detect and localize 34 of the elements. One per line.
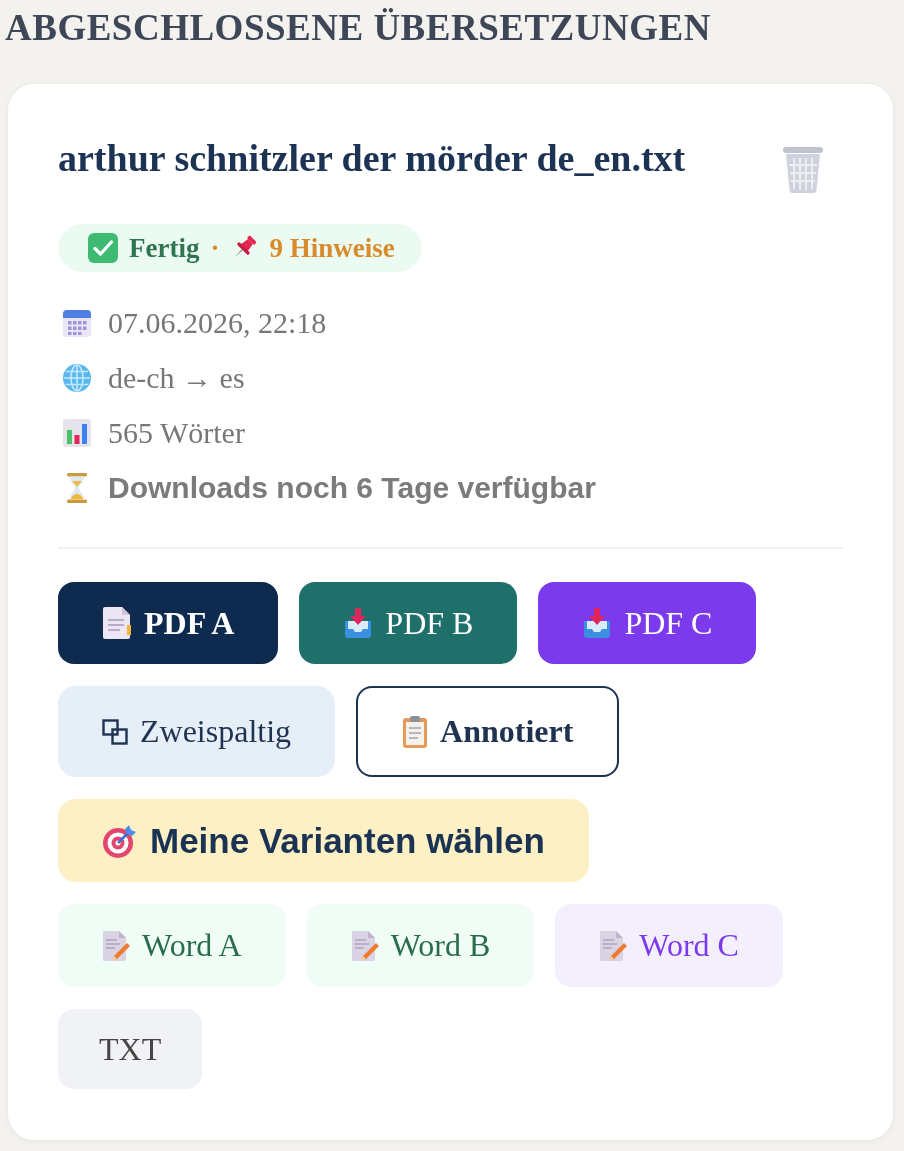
clipboard-icon (402, 714, 429, 749)
word-button[interactable]: Word A (58, 904, 286, 987)
variants-button[interactable]: Meine Varianten wählen (58, 799, 589, 882)
pdf-button[interactable]: PDF B (299, 582, 518, 664)
hourglass-icon (65, 471, 89, 504)
inbox-tray-icon (343, 607, 374, 639)
inbox-tray-icon (582, 607, 613, 639)
date-text: 07.06.2026, 22:18 (108, 305, 327, 340)
globe-icon (62, 362, 92, 393)
language-pair: de-ch → es (108, 360, 245, 395)
section-heading: ABGESCHLOSSENE ÜBERSETZUNGEN (5, 8, 712, 48)
txt-button[interactable]: TXT (58, 1009, 203, 1089)
overlapping-squares-icon (102, 718, 128, 745)
pdf-button[interactable]: PDF A (58, 582, 279, 664)
trash-icon (780, 145, 826, 193)
word-count: 565 Wörter (108, 415, 245, 450)
word-button[interactable]: Word B (306, 904, 535, 987)
delete-button[interactable] (780, 145, 826, 193)
document-pencil-icon (599, 929, 628, 962)
check-icon (88, 233, 118, 263)
document-pencil-icon (350, 929, 379, 962)
word-button[interactable]: Word C (555, 904, 783, 987)
document-icon (102, 606, 132, 640)
annotated-button[interactable]: Annotiert (356, 686, 620, 777)
document-pencil-icon (102, 929, 130, 962)
status-label: Fertig (129, 232, 200, 264)
calendar-icon (62, 307, 92, 338)
bar-chart-icon (62, 417, 92, 448)
notes-count: 9 Hinweise (269, 232, 395, 264)
file-name: arthur schnitzler der mörder de_en.txt (58, 138, 686, 178)
pdf-button[interactable]: PDF C (538, 582, 757, 664)
expiry-note: Downloads noch 6 Tage verfügbar (108, 470, 596, 505)
separator-dot: · (210, 232, 220, 264)
two-column-button[interactable]: Zweispaltig (58, 686, 336, 777)
